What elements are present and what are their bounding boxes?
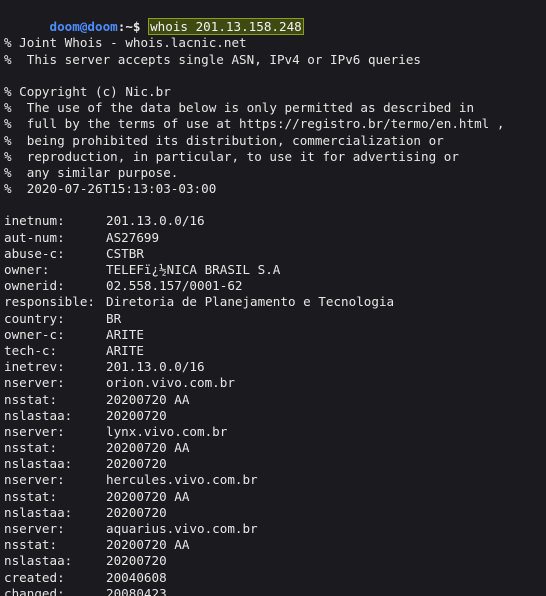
whois-record-row: nserver: hercules.vivo.com.br [4, 472, 546, 488]
record-key: nserver: [4, 472, 65, 488]
record-value: Diretoria de Planejamento e Tecnologia [106, 294, 395, 310]
header-line: % full by the terms of use at https://re… [4, 116, 505, 132]
record-value: AS27699 [106, 229, 160, 245]
whois-record-row: nserver: lynx.vivo.com.br [4, 424, 546, 440]
prompt-line: doom@doom:~$ whois 201.13.158.248 [4, 3, 546, 36]
whois-record-row: nslastaa: 20200720 [4, 553, 546, 569]
whois-record-row: nslastaa: 20200720 [4, 408, 546, 424]
header-line: % This server accepts single ASN, IPv4 o… [4, 51, 422, 67]
header-line: % Copyright (c) Nic.br [4, 83, 171, 99]
record-key: changed: [4, 585, 65, 596]
record-key: responsible: [4, 294, 95, 310]
record-value: 20040608 [106, 569, 167, 585]
record-key: ownerid: [4, 278, 65, 294]
whois-record-row: inetrev: 201.13.0.0/16 [4, 359, 546, 375]
record-key: inetnum: [4, 213, 65, 229]
record-value: aquarius.vivo.com.br [106, 521, 258, 536]
terminal-output: doom@doom:~$ whois 201.13.158.248 % Join… [4, 3, 546, 596]
header-line: % The use of the data below is only perm… [4, 100, 475, 116]
record-value: 02.558.157/0001-62 [106, 278, 243, 294]
record-value: ARITE [106, 342, 144, 358]
record-key: inetrev: [4, 359, 65, 375]
whois-record-row: nsstat: 20200720 AA [4, 537, 546, 553]
record-key: nsstat: [4, 391, 58, 407]
prompt-user-host: doom@doom [49, 19, 118, 35]
record-value: 20200720 AA [106, 440, 190, 456]
header-line: % reproduction, in particular, to use it… [4, 148, 459, 164]
header-line: % Joint Whois - whois.lacnic.net [4, 35, 247, 51]
header-line: % 2020-07-26T15:13:03-03:00 [4, 181, 217, 197]
terminal-window[interactable]: doom@doom:~$ whois 201.13.158.248 % Join… [0, 0, 546, 596]
whois-record-row: responsible: Diretoria de Planejamento e … [4, 294, 546, 310]
record-key: nslastaa: [4, 553, 73, 569]
header-line: % being prohibited its distribution, com… [4, 132, 444, 148]
record-value: lynx.vivo.com.br [106, 423, 228, 439]
record-key: nslastaa: [4, 504, 73, 520]
record-value: 20080423 [106, 585, 167, 596]
whois-record-row: changed: 20080423 [4, 586, 546, 596]
prompt-separator: :~$ [117, 19, 141, 35]
whois-record-row: nslastaa: 20200720 [4, 456, 546, 472]
record-key: nslastaa: [4, 456, 73, 472]
whois-record-row: nserver: aquarius.vivo.com.br [4, 521, 546, 537]
record-value: 20200720 AA [106, 391, 190, 407]
whois-record-row: created: 20040608 [4, 570, 546, 586]
whois-records: inetnum: 201.13.0.0/16 aut-num: AS27699 abus… [4, 213, 546, 596]
record-key: nserver: [4, 521, 65, 536]
record-key: nserver: [4, 375, 65, 391]
record-value: orion.vivo.com.br [106, 375, 235, 391]
record-value: ARITE [106, 326, 144, 342]
record-value: BR [106, 310, 122, 326]
record-key: owner: [4, 262, 50, 277]
whois-record-row: tech-c: ARITE [4, 343, 546, 359]
record-key: nslastaa: [4, 407, 73, 423]
record-value: 20200720 [106, 504, 167, 520]
whois-record-row: abuse-c: CSTBR [4, 246, 546, 262]
record-value: 20200720 [106, 553, 167, 569]
record-value: TELEFï¿½NICA BRASIL S.A [106, 262, 281, 277]
record-key: nsstat: [4, 537, 58, 553]
whois-record-row: aut-num: AS27699 [4, 230, 546, 246]
record-key: abuse-c: [4, 245, 65, 261]
whois-record-row: ownerid: 02.558.157/0001-62 [4, 278, 546, 294]
record-key: nsstat: [4, 440, 58, 456]
whois-record-row: nsstat: 20200720 AA [4, 489, 546, 505]
whois-record-row: inetnum: 201.13.0.0/16 [4, 213, 546, 229]
record-key: tech-c: [4, 342, 58, 358]
record-key: created: [4, 569, 65, 585]
whois-record-row: nsstat: 20200720 AA [4, 392, 546, 408]
record-value: 20200720 [106, 456, 167, 472]
whois-record-row: owner: TELEFï¿½NICA BRASIL S.A [4, 262, 546, 278]
record-value: 20200720 [106, 407, 167, 423]
record-value: CSTBR [106, 245, 144, 261]
record-value: hercules.vivo.com.br [106, 472, 258, 488]
whois-record-row: country: BR [4, 311, 546, 327]
record-key: nserver: [4, 423, 65, 439]
whois-record-row: nslastaa: 20200720 [4, 505, 546, 521]
record-key: country: [4, 310, 65, 326]
whois-record-row: nserver: orion.vivo.com.br [4, 375, 546, 391]
record-value: 201.13.0.0/16 [106, 359, 205, 375]
header-line: % any similar purpose. [4, 164, 179, 180]
whois-record-row: owner-c: ARITE [4, 327, 546, 343]
record-value: 20200720 AA [106, 488, 190, 504]
record-key: aut-num: [4, 229, 65, 245]
record-key: owner-c: [4, 326, 65, 342]
record-value: 20200720 AA [106, 537, 190, 553]
command-text[interactable]: whois 201.13.158.248 [148, 18, 304, 36]
record-key: nsstat: [4, 488, 58, 504]
record-value: 201.13.0.0/16 [106, 213, 205, 229]
whois-record-row: nsstat: 20200720 AA [4, 440, 546, 456]
